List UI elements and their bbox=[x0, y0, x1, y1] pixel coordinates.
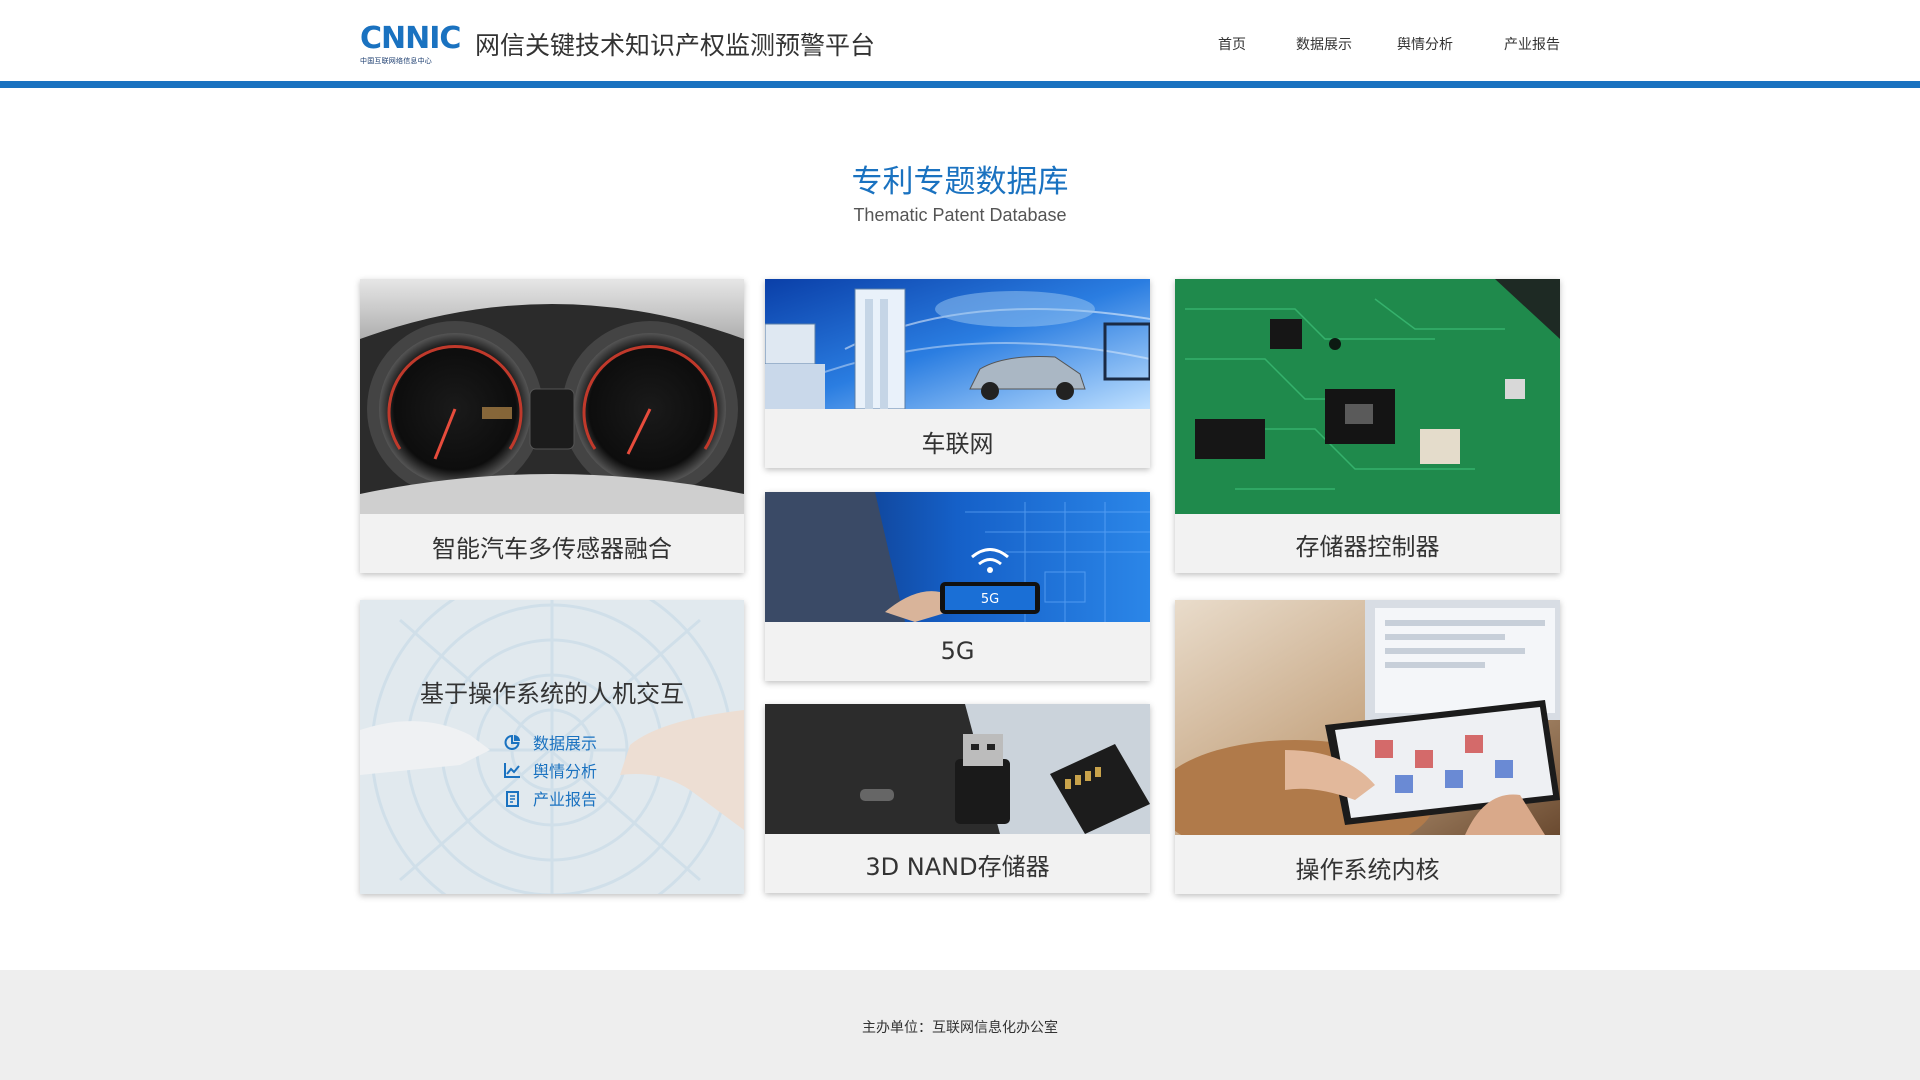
card-internet-of-vehicles[interactable]: 车联网 bbox=[765, 279, 1150, 468]
tablet-image bbox=[1175, 600, 1560, 835]
card-title: 存储器控制器 bbox=[1295, 533, 1440, 561]
circuit-board-image bbox=[1175, 279, 1560, 514]
card-car-sensor-fusion[interactable]: 智能汽车多传感器融合 bbox=[360, 279, 744, 573]
card-os-kernel[interactable]: 操作系统内核 bbox=[1175, 600, 1560, 894]
line-chart-icon bbox=[504, 762, 521, 779]
site-title: 网信关键技术知识产权监测预警平台 bbox=[475, 31, 876, 60]
nav-data-display[interactable]: 数据展示 bbox=[1296, 34, 1352, 54]
hci-link-sentiment-analysis[interactable]: 舆情分析 bbox=[504, 758, 597, 782]
card-5g[interactable]: 5G 5G bbox=[765, 492, 1150, 681]
card-title: 基于操作系统的人机交互 bbox=[420, 680, 684, 708]
pie-chart-icon bbox=[504, 734, 521, 751]
dashboard-image bbox=[360, 279, 744, 514]
5g-image: 5G bbox=[765, 492, 1150, 622]
footer-sponsor-text: 主办单位：互联网信息化办公室 bbox=[862, 1020, 1058, 1036]
section-title: 专利专题数据库 bbox=[851, 164, 1069, 200]
card-title: 车联网 bbox=[921, 430, 994, 458]
cnnic-logo[interactable]: CNNIC 中国互联网络信息中心 bbox=[360, 21, 461, 68]
nav-home[interactable]: 首页 bbox=[1218, 34, 1246, 54]
nand-image bbox=[765, 704, 1150, 834]
card-storage-controller[interactable]: 存储器控制器 bbox=[1175, 279, 1560, 573]
hci-link-industry-report[interactable]: 产业报告 bbox=[504, 786, 597, 810]
hci-link-label: 舆情分析 bbox=[533, 762, 598, 781]
hci-link-label: 数据展示 bbox=[533, 734, 598, 753]
section-subtitle: Thematic Patent Database bbox=[853, 205, 1067, 225]
nav-industry-report[interactable]: 产业报告 bbox=[1504, 34, 1560, 54]
hci-link-label: 产业报告 bbox=[533, 790, 598, 809]
nav-sentiment-analysis[interactable]: 舆情分析 bbox=[1397, 34, 1453, 54]
card-3d-nand[interactable]: 3D NAND存储器 bbox=[765, 704, 1150, 893]
site-header: CNNIC 中国互联网络信息中心 网信关键技术知识产权监测预警平台 首页 数据展… bbox=[0, 0, 1920, 88]
logo-subtitle: 中国互联网络信息中心 bbox=[360, 57, 432, 65]
logo-text: CNNIC bbox=[360, 21, 461, 56]
iov-image bbox=[765, 279, 1150, 409]
hci-link-data-display[interactable]: 数据展示 bbox=[504, 730, 597, 754]
report-icon bbox=[504, 790, 521, 807]
card-title: 操作系统内核 bbox=[1295, 856, 1440, 884]
card-title: 5G bbox=[940, 637, 975, 665]
card-os-hci[interactable]: 基于操作系统的人机交互 数据展示 舆情分析 产业报告 bbox=[360, 600, 744, 894]
card-title: 智能汽车多传感器融合 bbox=[432, 535, 672, 563]
5g-screen-text: 5G bbox=[981, 592, 999, 607]
card-title: 3D NAND存储器 bbox=[865, 853, 1050, 881]
